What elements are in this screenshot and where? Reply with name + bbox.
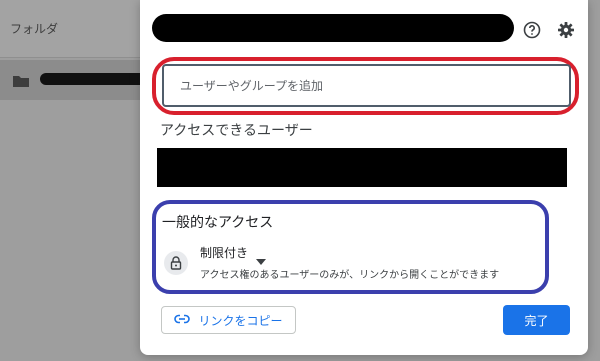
caret-down-icon (256, 250, 267, 265)
background-header: フォルダ (0, 0, 140, 58)
people-with-access-heading: アクセスできるユーザー (160, 123, 313, 139)
copy-link-button[interactable]: リンクをコピー (161, 306, 296, 334)
folder-column-header: フォルダ (10, 22, 59, 36)
gear-icon[interactable] (557, 21, 575, 39)
redacted-people-list (157, 148, 567, 187)
general-access-heading: 一般的なアクセス (162, 215, 274, 231)
share-dialog: アクセスできるユーザー 一般的なアクセス 制限付き アクセス権のあるユーザーのみ… (140, 0, 588, 355)
folder-icon (12, 73, 30, 87)
copy-link-label: リンクをコピー (198, 313, 283, 328)
folder-row[interactable] (0, 60, 150, 100)
general-access-selected-option: 制限付き (200, 246, 249, 260)
lock-icon (164, 251, 188, 275)
background-right-strip (586, 0, 600, 361)
general-access-description: アクセス権のあるユーザーのみが、リンクから開くことができます (200, 270, 500, 281)
add-people-input[interactable] (162, 64, 571, 107)
help-icon[interactable] (523, 21, 541, 39)
redacted-dialog-title (152, 14, 514, 42)
general-access-dropdown[interactable]: 制限付き (200, 244, 267, 265)
redacted-folder-name (40, 73, 150, 85)
link-icon (174, 313, 191, 327)
done-button[interactable]: 完了 (503, 305, 570, 335)
